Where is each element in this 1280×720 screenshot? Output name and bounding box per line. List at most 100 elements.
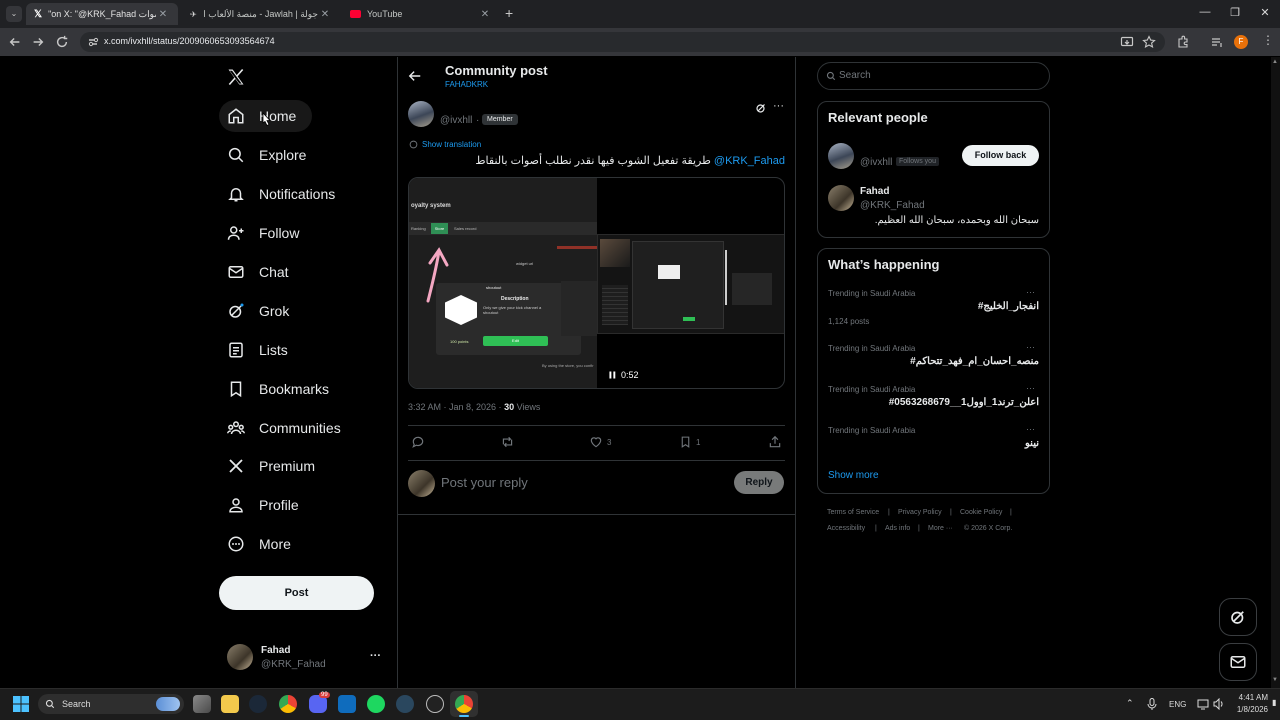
nav-more[interactable]: More — [219, 528, 307, 560]
share-icon[interactable] — [768, 435, 782, 449]
spotify-icon[interactable] — [367, 695, 385, 713]
microphone-icon[interactable] — [1147, 698, 1157, 710]
restore-button[interactable]: ❐ — [1220, 6, 1250, 19]
steam-icon[interactable] — [249, 695, 267, 713]
mention-link[interactable]: @KRK_Fahad — [714, 155, 785, 167]
clock-time[interactable]: 4:41 AM — [1234, 693, 1268, 702]
chrome-icon[interactable] — [455, 695, 473, 713]
bookmark-icon[interactable] — [679, 435, 692, 449]
nav-communities[interactable]: Communities — [219, 412, 357, 444]
pause-icon[interactable] — [609, 371, 616, 379]
scrollbar-up-arrow[interactable]: ▲ — [1272, 59, 1278, 65]
grok-fab-button[interactable] — [1219, 598, 1257, 636]
show-more-link[interactable]: Show more — [828, 470, 879, 481]
scrollbar-down-arrow[interactable]: ▼ — [1272, 677, 1278, 683]
account-switcher[interactable]: Fahad @KRK_Fahad ··· — [222, 640, 392, 676]
close-icon[interactable]: ✕ — [478, 9, 492, 20]
more-link[interactable]: More ··· — [928, 525, 953, 532]
reply-input[interactable]: Post your reply — [441, 475, 528, 490]
trend-hashtag[interactable]: #انفجار_الخليج — [828, 301, 1039, 312]
avatar[interactable] — [828, 185, 854, 211]
like-icon[interactable] — [589, 435, 603, 449]
taskbar-search[interactable]: Search — [38, 694, 184, 714]
url-text[interactable]: x.com/ivxhll/status/2009060653093564674 — [104, 36, 275, 46]
nav-follow[interactable]: Follow — [219, 217, 315, 249]
network-icon[interactable] — [1197, 698, 1209, 710]
reply-button[interactable]: Reply — [734, 471, 784, 494]
obs-icon[interactable] — [426, 695, 444, 713]
more-icon[interactable]: ··· — [1026, 424, 1035, 434]
back-arrow-icon[interactable] — [8, 35, 22, 49]
more-icon[interactable]: ··· — [1026, 287, 1035, 297]
nav-grok[interactable]: Grok — [219, 295, 305, 327]
bookmark-star-icon[interactable] — [1142, 35, 1156, 49]
accessibility-link[interactable]: Accessibility — [827, 525, 865, 532]
follow-back-button[interactable]: Follow back — [962, 145, 1039, 166]
clock-date[interactable]: 1/8/2026 — [1230, 705, 1268, 714]
install-app-icon[interactable] — [1120, 35, 1134, 49]
notification-bell-icon[interactable]: ▮ — [1272, 698, 1276, 707]
nav-lists[interactable]: Lists — [219, 334, 304, 366]
mail-app-icon[interactable] — [338, 695, 356, 713]
video-player[interactable]: oyalty system Ranking Store Sales record… — [408, 177, 785, 389]
steam-icon[interactable] — [396, 695, 414, 713]
back-arrow-icon[interactable] — [408, 69, 422, 83]
volume-icon[interactable] — [1213, 698, 1225, 710]
site-info-icon[interactable] — [87, 36, 99, 48]
browser-menu-icon[interactable]: ⋮ — [1262, 33, 1274, 47]
minimize-button[interactable]: — — [1190, 6, 1220, 18]
timestamp-text[interactable]: 3:32 AM · Jan 8, 2026 · — [408, 402, 504, 412]
person-handle[interactable]: @ivxhll — [860, 157, 892, 168]
more-options-icon[interactable]: ··· — [773, 100, 784, 112]
close-icon[interactable]: ✕ — [156, 9, 170, 20]
author-avatar[interactable] — [408, 101, 434, 127]
reload-icon[interactable] — [55, 35, 69, 49]
cookie-link[interactable]: Cookie Policy — [960, 509, 1002, 516]
tab-search-button[interactable]: ⌄ — [6, 6, 22, 22]
post-button[interactable]: Post — [219, 576, 374, 610]
more-icon[interactable]: ··· — [1026, 383, 1035, 393]
grok-icon[interactable] — [755, 102, 767, 114]
terms-link[interactable]: Terms of Service — [827, 509, 879, 516]
nav-bookmarks[interactable]: Bookmarks — [219, 373, 345, 405]
more-icon[interactable]: ··· — [1026, 342, 1035, 352]
messages-fab-button[interactable] — [1219, 643, 1257, 681]
forward-arrow-icon[interactable] — [31, 35, 45, 49]
language-indicator[interactable]: ENG — [1169, 700, 1186, 709]
new-tab-button[interactable]: + — [505, 5, 513, 21]
nav-chat[interactable]: Chat — [219, 256, 305, 288]
author-handle[interactable]: @ivxhll — [440, 115, 472, 126]
media-controls-icon[interactable] — [1210, 35, 1224, 49]
trend-hashtag[interactable]: نينو — [828, 438, 1039, 449]
trend-hashtag[interactable]: #منصه_احسان_ام_فهد_تتحاكم — [828, 356, 1039, 367]
extensions-icon[interactable] — [1176, 35, 1190, 49]
more-icon[interactable]: ··· — [370, 650, 381, 662]
show-translation-link[interactable]: Show translation — [422, 140, 481, 149]
tab-x-post[interactable]: 𝕏 "on X: "@KRK_Fahad بالنقاط أصوات ✕ — [26, 3, 178, 25]
community-name-link[interactable]: FAHADKRK — [445, 80, 488, 89]
person-handle[interactable]: @KRK_Fahad — [860, 200, 925, 211]
chrome-icon[interactable] — [279, 695, 297, 713]
nav-profile[interactable]: Profile — [219, 489, 315, 521]
reply-icon[interactable] — [411, 435, 425, 449]
nav-explore[interactable]: Explore — [219, 139, 322, 171]
close-icon[interactable]: ✕ — [318, 9, 332, 20]
chevron-up-icon[interactable]: ⌃ — [1126, 698, 1134, 709]
ads-info-link[interactable]: Ads info — [885, 525, 910, 532]
profile-avatar[interactable]: F — [1234, 35, 1248, 49]
privacy-link[interactable]: Privacy Policy — [898, 509, 942, 516]
repost-icon[interactable] — [500, 435, 515, 449]
avatar[interactable] — [828, 143, 854, 169]
tab-youtube[interactable]: YouTube ✕ — [342, 3, 500, 25]
windows-start-icon[interactable] — [13, 696, 29, 712]
x-logo-icon[interactable] — [226, 67, 246, 87]
nav-notifications[interactable]: Notifications — [219, 178, 351, 210]
window-close-button[interactable]: ✕ — [1250, 6, 1280, 19]
scrollbar[interactable]: ▲ ▼ — [1271, 57, 1280, 688]
person-name[interactable]: Fahad — [860, 186, 889, 197]
task-view-icon[interactable] — [193, 695, 211, 713]
tab-jawlah[interactable]: ✈ جولة | Jawlah - منصة الألعاب الت... ✕ — [182, 3, 340, 25]
nav-premium[interactable]: Premium — [219, 450, 331, 482]
file-explorer-icon[interactable] — [221, 695, 239, 713]
trend-hashtag[interactable]: #اعلن_ترند1_اوول1__0563268679 — [828, 397, 1039, 408]
